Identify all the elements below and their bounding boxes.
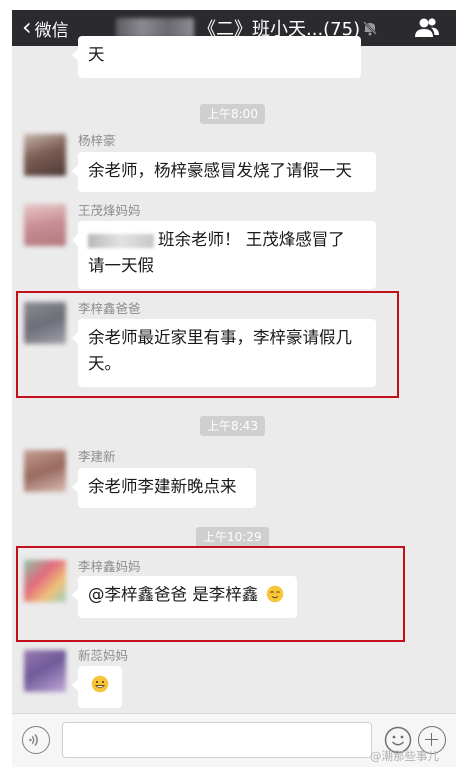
sender-name: 李梓鑫妈妈 [78, 559, 141, 574]
message-bubble[interactable]: @李梓鑫爸爸 是李梓鑫 [72, 576, 297, 618]
chevron-left-icon: ‹ [22, 13, 32, 41]
avatar[interactable] [24, 204, 66, 246]
avatar[interactable] [24, 650, 66, 692]
sender-name: 李建新 [78, 449, 116, 464]
redacted-text [88, 233, 154, 248]
avatar[interactable] [24, 302, 66, 344]
people-icon[interactable] [414, 16, 440, 40]
grin-face-emoji-icon [91, 675, 109, 693]
message-text-line: 余老师最近家里有事，李梓豪请假几 [88, 328, 352, 347]
sender-name: 杨梓豪 [78, 133, 116, 148]
message-text: @李梓鑫爸爸 是李梓鑫 [88, 585, 259, 604]
message-bubble[interactable]: 余老师，杨梓豪感冒发烧了请假一天 [72, 152, 376, 192]
message-input[interactable] [62, 722, 372, 758]
sender-name: 李梓鑫爸爸 [78, 301, 141, 316]
watermark: @潮那些事儿 [370, 749, 439, 763]
message-text: 余老师李建新晚点来 [88, 477, 237, 496]
sender-name: 王茂烽妈妈 [78, 203, 141, 218]
message-bubble[interactable]: 余老师李建新晚点来 [72, 468, 256, 508]
timestamp: 上午8:43 [200, 416, 265, 436]
message-bubble[interactable]: 余老师最近家里有事，李梓豪请假几 天。 [72, 319, 376, 387]
sender-name: 新蕊妈妈 [78, 648, 129, 663]
message-text: 余老师，杨梓豪感冒发烧了请假一天 [88, 161, 352, 180]
message-text-line: 班余老师！ 王茂烽感冒了 [158, 230, 345, 249]
wechat-screen: ‹ 微信 《二》班小天...(75) 天 上午8:00 杨梓豪 余老师，杨梓豪感… [12, 10, 456, 767]
message-text-line: 天。 [88, 354, 121, 373]
screenshot-frame: ‹ 微信 《二》班小天...(75) 天 上午8:00 杨梓豪 余老师，杨梓豪感… [0, 0, 468, 777]
message-bubble[interactable]: 天 [72, 36, 361, 78]
blurred-title-prefix [116, 18, 194, 38]
back-label: 微信 [34, 20, 69, 41]
avatar[interactable] [24, 450, 66, 492]
avatar[interactable] [24, 134, 66, 176]
timestamp: 上午8:00 [200, 104, 265, 124]
message-text: 天 [88, 45, 105, 64]
voice-icon[interactable] [22, 726, 50, 754]
message-list[interactable]: 天 上午8:00 杨梓豪 余老师，杨梓豪感冒发烧了请假一天 王茂烽妈妈 班余老师… [12, 36, 456, 713]
timestamp: 上午10:29 [196, 527, 269, 547]
back-button[interactable]: ‹ 微信 [22, 15, 69, 41]
relieved-face-emoji-icon [266, 585, 283, 603]
avatar[interactable] [24, 560, 66, 602]
bell-muted-icon [363, 21, 377, 36]
message-bubble[interactable]: 班余老师！ 王茂烽感冒了 请一天假 [72, 221, 376, 289]
message-bubble[interactable] [72, 666, 122, 708]
message-text-line: 请一天假 [88, 256, 154, 275]
